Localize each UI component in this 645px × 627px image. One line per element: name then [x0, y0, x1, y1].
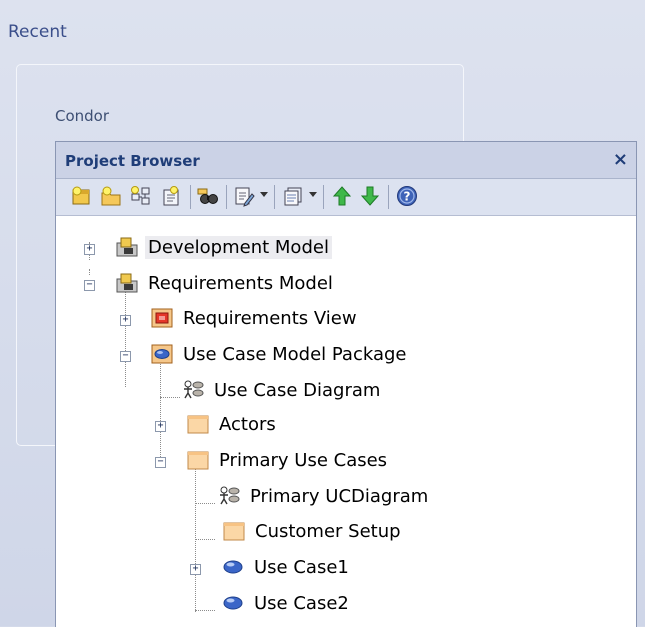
- expand-toggle[interactable]: +: [84, 244, 95, 255]
- tree-node-label: Requirements Model: [148, 272, 333, 294]
- tree-node-primary-ucdiagram[interactable]: Primary UCDiagram: [218, 483, 431, 509]
- project-tree: + Development Model − Requirements Model…: [56, 216, 636, 627]
- tree-connector: [160, 356, 161, 461]
- view-options-icon[interactable]: [282, 185, 304, 207]
- new-package-icon[interactable]: [100, 185, 122, 207]
- tree-node-label: Use Case Diagram: [214, 379, 381, 401]
- folder-icon: [187, 450, 209, 470]
- tree-connector: [195, 610, 215, 611]
- tree-node-label: Primary UCDiagram: [250, 485, 429, 507]
- collapse-toggle[interactable]: −: [120, 351, 131, 362]
- help-icon[interactable]: ?: [396, 185, 418, 207]
- tree-node-requirements-model[interactable]: Requirements Model: [116, 270, 336, 296]
- project-browser-title: Project Browser: [65, 152, 200, 170]
- tree-node-label: Use Case Model Package: [183, 343, 407, 365]
- project-browser-titlebar: Project Browser ×: [56, 142, 636, 179]
- new-element-icon[interactable]: [160, 185, 182, 207]
- collapse-toggle[interactable]: −: [84, 280, 95, 291]
- project-browser-panel: Project Browser × ? + Development Model …: [55, 141, 637, 627]
- expand-toggle[interactable]: +: [190, 564, 201, 575]
- toolbar-separator: [323, 185, 324, 209]
- toolbar-separator: [190, 185, 191, 209]
- tree-connector: [195, 462, 196, 612]
- tree-node-label: Primary Use Cases: [219, 449, 388, 471]
- svg-text:?: ?: [404, 190, 411, 204]
- tree-connector: [89, 269, 90, 275]
- model-root-icon: [116, 273, 138, 293]
- tree-node-label: Use Case1: [254, 556, 349, 578]
- tree-node-label: Development Model: [145, 235, 332, 259]
- requirements-view-icon: [151, 308, 173, 328]
- tree-node-label: Use Case2: [254, 592, 349, 614]
- tree-node-requirements-view[interactable]: Requirements View: [151, 305, 360, 331]
- close-icon[interactable]: ×: [613, 149, 628, 170]
- tree-node-development-model[interactable]: Development Model: [116, 234, 332, 260]
- project-browser-toolbar: ?: [56, 179, 636, 216]
- tree-node-label: Customer Setup: [255, 520, 401, 542]
- expand-toggle[interactable]: +: [155, 421, 166, 432]
- tree-node-customer-setup[interactable]: Customer Setup: [223, 518, 404, 544]
- toolbar-separator: [274, 185, 275, 209]
- tree-connector: [195, 539, 215, 540]
- tree-connector: [195, 503, 215, 504]
- find-icon[interactable]: [197, 185, 219, 207]
- tree-node-use-case1[interactable]: Use Case1: [222, 554, 352, 580]
- move-down-icon[interactable]: [359, 185, 381, 207]
- collapse-toggle[interactable]: −: [155, 457, 166, 468]
- tree-node-actors[interactable]: Actors: [187, 411, 279, 437]
- tree-node-use-case2[interactable]: Use Case2: [222, 590, 352, 616]
- use-case-icon: [222, 593, 244, 613]
- use-case-diagram-icon: [182, 380, 204, 400]
- folder-icon: [187, 414, 209, 434]
- tree-node-use-case-model-package[interactable]: Use Case Model Package: [151, 341, 410, 367]
- expand-toggle[interactable]: +: [120, 315, 131, 326]
- toolbar-separator: [388, 185, 389, 209]
- tree-node-label: Actors: [219, 413, 276, 435]
- model-root-icon: [116, 237, 138, 257]
- toolbar-separator: [226, 185, 227, 209]
- new-model-icon[interactable]: [70, 185, 92, 207]
- tree-connector: [160, 397, 180, 398]
- edit-notes-icon[interactable]: [233, 185, 255, 207]
- dropdown-caret-icon[interactable]: [260, 192, 268, 197]
- new-diagram-icon[interactable]: [130, 185, 152, 207]
- tree-node-use-case-diagram[interactable]: Use Case Diagram: [182, 377, 383, 403]
- folder-icon: [223, 521, 245, 541]
- tree-node-primary-use-cases[interactable]: Primary Use Cases: [187, 447, 390, 473]
- move-up-icon[interactable]: [331, 185, 353, 207]
- use-case-diagram-icon: [218, 486, 240, 506]
- recent-heading: Recent: [8, 22, 67, 42]
- use-case-view-icon: [151, 344, 173, 364]
- use-case-icon: [222, 557, 244, 577]
- tree-node-label: Requirements View: [183, 307, 357, 329]
- recent-item-condor[interactable]: Condor: [55, 107, 109, 125]
- dropdown-caret-icon[interactable]: [309, 192, 317, 197]
